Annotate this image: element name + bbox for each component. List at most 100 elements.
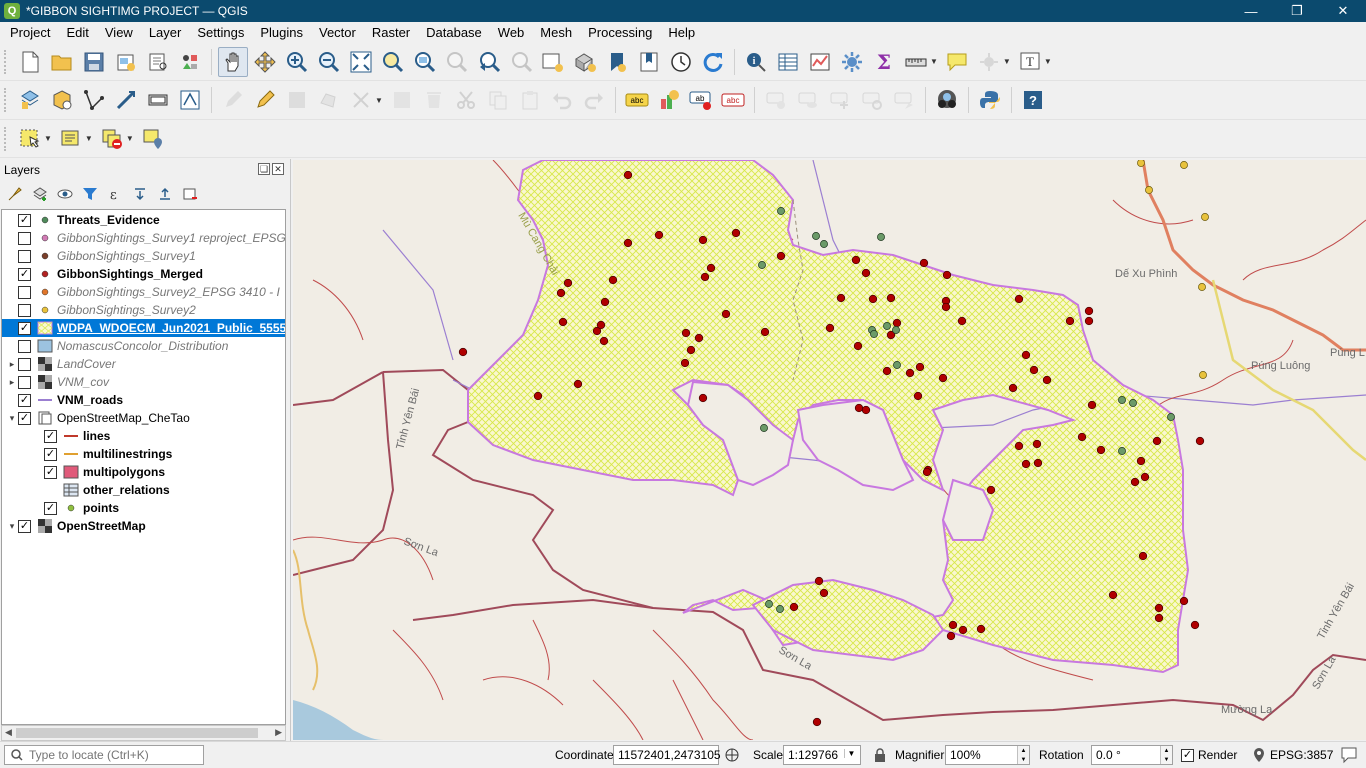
digitize-vertex-icon[interactable]: [175, 85, 205, 115]
layer-item[interactable]: GibbonSightings_Survey2: [2, 301, 285, 319]
close-icon[interactable]: ✕: [1320, 0, 1366, 22]
layer-labeling-icon[interactable]: abc: [622, 85, 652, 115]
zoom-out-icon[interactable]: [314, 47, 344, 77]
quickmapservices-icon[interactable]: [932, 85, 962, 115]
layer-visibility-checkbox[interactable]: ✓: [44, 429, 57, 443]
open-layer-styling-icon[interactable]: [4, 183, 26, 205]
add-group-icon[interactable]: [29, 183, 51, 205]
expand-arrow-icon[interactable]: ▸: [6, 359, 18, 370]
toolbar-grip[interactable]: [4, 126, 10, 151]
remove-layer-icon[interactable]: [179, 183, 201, 205]
measure-line-icon[interactable]: [901, 47, 931, 77]
help-icon[interactable]: ?: [1018, 85, 1048, 115]
statistical-summary-icon[interactable]: [805, 47, 835, 77]
float-panel-icon[interactable]: ❏: [258, 163, 270, 175]
restore-icon[interactable]: ❐: [1274, 0, 1320, 22]
layer-visibility-checkbox[interactable]: ✓: [44, 501, 57, 515]
layer-item[interactable]: ▾ ✓ OpenStreetMap_CheTao: [2, 409, 285, 427]
layer-item[interactable]: other_relations: [2, 481, 285, 499]
annotation-dropdown-icon[interactable]: ▼: [1044, 57, 1052, 66]
render-checkbox[interactable]: ✓: [1181, 749, 1194, 762]
menu-edit[interactable]: Edit: [58, 25, 96, 40]
magnifier-spin-icon[interactable]: ▲ ▼: [1017, 746, 1029, 764]
menu-mesh[interactable]: Mesh: [532, 25, 580, 40]
style-manager-icon[interactable]: [175, 47, 205, 77]
data-source-manager-icon[interactable]: [15, 85, 45, 115]
expand-all-icon[interactable]: [129, 183, 151, 205]
layer-item[interactable]: GibbonSightings_Survey2_EPSG 3410 - I: [2, 283, 285, 301]
new-shapefile-layer-icon[interactable]: [79, 85, 109, 115]
layer-visibility-checkbox[interactable]: ✓: [18, 393, 31, 407]
layer-visibility-checkbox[interactable]: ✓: [44, 465, 57, 479]
layer-visibility-checkbox[interactable]: ✓: [18, 411, 31, 425]
new-virtual-layer-icon[interactable]: [111, 85, 141, 115]
layer-item[interactable]: NomascusConcolor_Distribution: [2, 337, 285, 355]
layer-visibility-checkbox[interactable]: [18, 285, 31, 299]
new-bookmark-icon[interactable]: [602, 47, 632, 77]
zoom-in-icon[interactable]: [282, 47, 312, 77]
scroll-right-icon[interactable]: ▶: [275, 727, 282, 738]
show-statistical-summary-icon[interactable]: Σ: [869, 47, 899, 77]
vertex-dropdown-icon[interactable]: ▼: [375, 96, 383, 105]
select-dropdown-icon[interactable]: ▼: [44, 134, 52, 143]
menu-layer[interactable]: Layer: [141, 25, 190, 40]
layer-item[interactable]: ✓ points: [2, 499, 285, 517]
menu-vector[interactable]: Vector: [311, 25, 364, 40]
menu-help[interactable]: Help: [660, 25, 703, 40]
messages-icon[interactable]: [1340, 746, 1358, 767]
layer-item[interactable]: ✓ multilinestrings: [2, 445, 285, 463]
text-annotation-icon[interactable]: T: [1015, 47, 1045, 77]
layer-diagram-icon[interactable]: [654, 85, 684, 115]
layer-visibility-checkbox[interactable]: [18, 249, 31, 263]
deselect-dropdown-icon[interactable]: ▼: [126, 134, 134, 143]
menu-settings[interactable]: Settings: [189, 25, 252, 40]
layer-visibility-checkbox[interactable]: ✓: [18, 321, 31, 335]
scale-combobox[interactable]: 1:129766 ▼: [783, 745, 861, 765]
deselect-all-icon[interactable]: [97, 124, 127, 154]
layer-visibility-checkbox[interactable]: ✓: [18, 267, 31, 281]
scale-dropdown-icon[interactable]: ▼: [844, 749, 858, 758]
filter-legend-icon[interactable]: [79, 183, 101, 205]
select-by-location-tool-icon[interactable]: [138, 124, 168, 154]
map-svg[interactable]: Dế Xu Phình Púng Luông Púng L Tỉnh Yên B…: [293, 160, 1366, 740]
layer-visibility-checkbox[interactable]: [18, 231, 31, 245]
menu-database[interactable]: Database: [418, 25, 490, 40]
new-temporary-layer-icon[interactable]: [143, 85, 173, 115]
zoom-to-selection-icon[interactable]: [378, 47, 408, 77]
python-console-icon[interactable]: [975, 85, 1005, 115]
rotation-spinbox[interactable]: 0.0 ° ▲ ▼: [1091, 745, 1173, 765]
layers-horizontal-scrollbar[interactable]: ◀ ▶: [1, 725, 286, 741]
scroll-left-icon[interactable]: ◀: [5, 727, 12, 738]
pan-to-selection-icon[interactable]: [250, 47, 280, 77]
menu-processing[interactable]: Processing: [580, 25, 660, 40]
layer-item[interactable]: ✓ multipolygons: [2, 463, 285, 481]
layer-item[interactable]: ✓ Threats_Evidence: [2, 211, 285, 229]
layer-item[interactable]: ✓ GibbonSightings_Merged: [2, 265, 285, 283]
new-3d-map-view-icon[interactable]: [570, 47, 600, 77]
layer-visibility-checkbox[interactable]: ✓: [18, 519, 31, 533]
new-geopackage-layer-icon[interactable]: [47, 85, 77, 115]
layer-item[interactable]: ▸ LandCover: [2, 355, 285, 373]
coordinate-field[interactable]: 11572401,2473105: [613, 745, 721, 765]
layer-item[interactable]: ▸ VNM_cov: [2, 373, 285, 391]
magnifier-spinbox[interactable]: 100% ▲ ▼: [945, 745, 1030, 765]
close-panel-icon[interactable]: ✕: [272, 163, 284, 175]
expression-dropdown-icon[interactable]: ▼: [85, 134, 93, 143]
toggle-editing-icon[interactable]: [250, 85, 280, 115]
layer-visibility-checkbox[interactable]: [18, 375, 31, 389]
map-tips-icon[interactable]: [942, 47, 972, 77]
minimize-icon[interactable]: —: [1228, 0, 1274, 22]
highlight-pinned-labels-icon[interactable]: ab: [686, 85, 716, 115]
menu-raster[interactable]: Raster: [364, 25, 418, 40]
temporal-controller-icon[interactable]: [666, 47, 696, 77]
open-project-icon[interactable]: [47, 47, 77, 77]
rotation-spin-icon[interactable]: ▲ ▼: [1160, 746, 1172, 764]
select-by-expression-icon[interactable]: [56, 124, 86, 154]
scrollbar-thumb[interactable]: [16, 728, 258, 738]
layer-item[interactable]: ✓ lines: [2, 427, 285, 445]
crs-label[interactable]: EPSG:3857: [1270, 748, 1333, 762]
save-project-icon[interactable]: [79, 47, 109, 77]
open-attribute-table-icon[interactable]: [773, 47, 803, 77]
layout-manager-icon[interactable]: [143, 47, 173, 77]
menu-project[interactable]: Project: [2, 25, 58, 40]
